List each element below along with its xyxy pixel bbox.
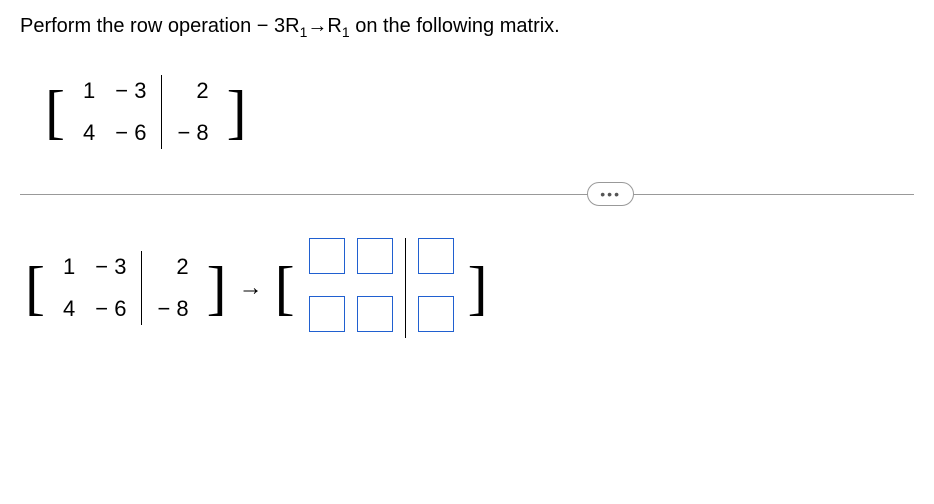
bracket-left-icon: [ [275, 261, 295, 315]
matrix-cell: − 3 [85, 246, 136, 288]
instruction-suffix: on the following matrix. [350, 15, 560, 37]
matrix-cell: 1 [73, 70, 105, 112]
answer-input-r1c3[interactable] [418, 238, 454, 274]
answer-input-r2c3[interactable] [418, 296, 454, 332]
matrix-cell: − 6 [85, 288, 136, 330]
matrix-cell: − 8 [167, 112, 218, 154]
op-right: R [327, 15, 341, 37]
section-divider: ••• [20, 194, 914, 195]
matrix-cell: 4 [73, 112, 105, 154]
answer-input-r2c2[interactable] [357, 296, 393, 332]
bracket-right-icon: ] [207, 261, 227, 315]
answer-area: [ 1 4 − 3 − 6 2 − 8 ] → [25, 230, 914, 346]
matrix-cell: 1 [53, 246, 85, 288]
given-matrix: [ 1 4 − 3 − 6 2 − 8 ] [45, 70, 914, 154]
answer-input-r1c1[interactable] [309, 238, 345, 274]
transform-arrow-icon: → [239, 274, 263, 302]
source-matrix: [ 1 4 − 3 − 6 2 − 8 ] [25, 246, 227, 330]
result-matrix: [ ] [275, 230, 488, 346]
augment-divider [405, 238, 406, 338]
matrix-cell: − 6 [105, 112, 156, 154]
bracket-left-icon: [ [45, 85, 65, 139]
matrix-cell: 4 [53, 288, 85, 330]
augment-divider [141, 251, 142, 325]
bracket-right-icon: ] [227, 85, 247, 139]
matrix-cell: − 3 [105, 70, 156, 112]
divider-line [20, 194, 914, 195]
answer-input-r2c1[interactable] [309, 296, 345, 332]
augment-divider [161, 75, 162, 149]
matrix-cell: 2 [167, 70, 218, 112]
more-options-button[interactable]: ••• [587, 182, 634, 206]
answer-input-r1c2[interactable] [357, 238, 393, 274]
bracket-left-icon: [ [25, 261, 45, 315]
matrix-cell: − 8 [147, 288, 198, 330]
problem-instruction: Perform the row operation − 3R1→R1 on th… [20, 15, 914, 40]
op-arrow: → [307, 15, 327, 37]
op-sub2: 1 [342, 24, 350, 40]
instruction-prefix: Perform the row operation [20, 15, 257, 37]
dots-icon: ••• [600, 186, 621, 202]
matrix-cell: 2 [147, 246, 198, 288]
op-left: − 3R [257, 15, 300, 37]
bracket-right-icon: ] [468, 261, 488, 315]
